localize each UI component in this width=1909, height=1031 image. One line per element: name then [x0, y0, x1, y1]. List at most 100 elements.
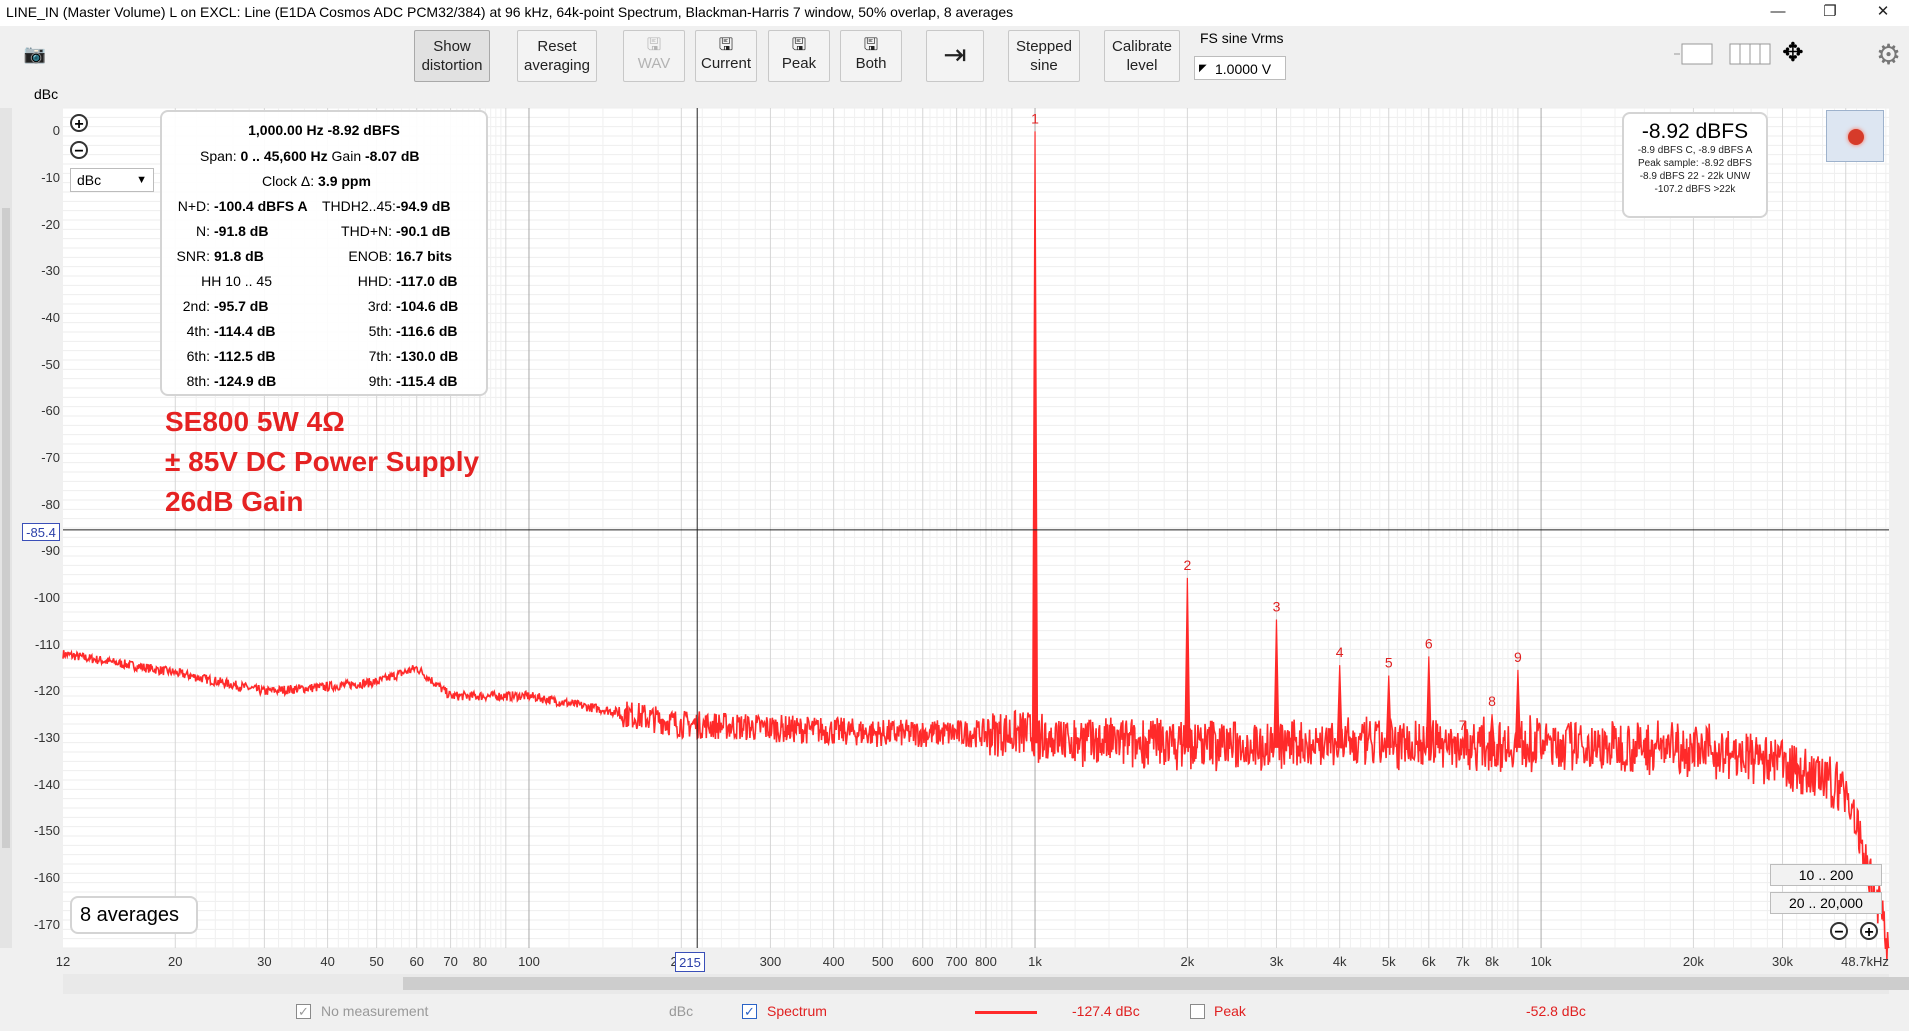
harmonic-peak-8 [1488, 714, 1496, 748]
distortion-stats-panel[interactable]: 1,000.00 Hz -8.92 dBFS Span: 0 .. 45,600… [160, 110, 488, 396]
stat-h5-label: 5th: [368, 323, 392, 339]
x-tick-label: 12 [55, 954, 71, 969]
x-tick-label: 700 [945, 954, 968, 969]
spectrum-label: Spectrum [767, 1003, 827, 1019]
stat-thd-value: -94.9 dB [396, 198, 451, 214]
level-sub-3: -8.9 dBFS 22 - 22k UNW [1639, 171, 1751, 182]
x-tick-label: 3k [1269, 954, 1284, 969]
annotation-line-2: ± 85V DC Power Supply [165, 446, 480, 477]
x-tick-label: 48.7kHz [1841, 954, 1889, 969]
gain-value: -8.07 dB [365, 148, 420, 164]
record-button[interactable] [1826, 110, 1884, 162]
y-axis-unit: dBc [34, 86, 59, 102]
x-tick-label: 40 [320, 954, 335, 969]
range-20-20000-button[interactable]: 20 .. 20,000 [1770, 892, 1882, 914]
harmonic-peak-6 [1425, 656, 1432, 748]
horizontal-scrollbar[interactable] [63, 974, 1909, 994]
stat-nd-value: -100.4 dBFS A [214, 198, 308, 214]
gain-label: Gain [331, 148, 362, 164]
cursor-y-readout[interactable]: -85.4 [22, 523, 60, 541]
y-tick-label: -70 [41, 450, 60, 465]
harmonic-label-1: 1 [1031, 110, 1039, 126]
stat-h9-label: 9th: [368, 373, 392, 389]
cursor-x-readout[interactable]: 215 [675, 952, 705, 972]
y-tick-label: -80 [41, 496, 60, 512]
y-tick-label: -10 [41, 170, 60, 185]
stat-h5-value: -116.6 dB [396, 323, 458, 339]
stat-h4-value: -114.4 dB [214, 323, 276, 339]
harmonic-label-8: 8 [1488, 693, 1496, 709]
chevron-down-icon: ▼ [136, 174, 147, 186]
spectrum-legend-line [975, 1011, 1037, 1014]
harmonic-label-9: 9 [1514, 649, 1522, 665]
harmonic-label-6: 6 [1425, 635, 1433, 651]
record-dot-icon [1848, 129, 1864, 145]
harmonic-label-2: 2 [1183, 557, 1191, 573]
annotation-line-3: 26dB Gain [165, 486, 304, 517]
x-tick-label: 8k [1485, 954, 1499, 969]
level-readout[interactable]: -8.92 dBFS -8.9 dBFS C, -8.9 dBFS A Peak… [1622, 112, 1768, 218]
horizontal-scrollbar-thumb[interactable] [403, 977, 1909, 990]
harmonic-label-7: 7 [1459, 717, 1467, 733]
stat-h3-value: -104.6 dB [396, 298, 459, 314]
stat-n-value: -91.8 dB [214, 223, 269, 239]
x-tick-label: 400 [822, 954, 845, 969]
stat-h8-value: -124.9 dB [214, 373, 277, 389]
unit-select[interactable]: dBc ▼ [70, 168, 154, 192]
spectrum-checkbox[interactable]: ✓ [742, 1004, 757, 1019]
stats-header: 1,000.00 Hz -8.92 dBFS [248, 122, 400, 138]
stat-hh-label: HH 10 .. 45 [201, 273, 272, 289]
stat-hhd-value: -117.0 dB [396, 273, 458, 289]
x-tick-label: 30 [257, 954, 272, 969]
harmonic-label-5: 5 [1385, 654, 1393, 670]
stat-h9-value: -115.4 dB [396, 373, 458, 389]
x-tick-label: 500 [871, 954, 894, 969]
x-tick-label: 80 [472, 954, 488, 969]
y-tick-label: -170 [33, 916, 60, 932]
no-measurement-unit: dBc [669, 1003, 694, 1019]
legend-bar: ✓ No measurement dBc ✓ Spectrum -127.4 d… [0, 996, 1909, 1031]
stat-thdn-value: -90.1 dB [396, 223, 451, 239]
peak-checkbox[interactable] [1190, 1004, 1205, 1019]
clock-label: Clock Δ: [262, 173, 315, 189]
level-main-value: -8.92 dBFS [1641, 120, 1749, 143]
zoom-in-icon[interactable]: + [70, 114, 88, 133]
no-measurement-checkbox[interactable]: ✓ [296, 1004, 311, 1019]
stat-hhd-label: HHD: [357, 273, 392, 289]
peak-legend-label: Peak [1214, 1003, 1246, 1019]
y-tick-label: -60 [41, 403, 60, 419]
y-tick-label: -150 [33, 823, 60, 839]
x-tick-label: 30k [1772, 954, 1793, 969]
y-tick-label: -90 [41, 543, 60, 559]
x-tick-label: 4k [1332, 954, 1347, 969]
y-tick-label: -40 [41, 310, 60, 325]
stat-enob-value: 16.7 bits [396, 248, 453, 264]
y-tick-label: -160 [33, 870, 60, 885]
x-tick-label: 20k [1682, 954, 1704, 969]
stat-h2-label: 2nd: [182, 298, 210, 314]
stat-enob-label: ENOB: [348, 248, 392, 264]
span-value: 0 .. 45,600 Hz [240, 148, 328, 164]
y-tick-label: -20 [41, 216, 60, 232]
stat-thdn-label: THD+N: [341, 223, 392, 239]
x-tick-label: 7k [1455, 954, 1470, 969]
zoom-out-x-icon[interactable]: − [1830, 922, 1848, 941]
harmonic-peak-1 [1031, 131, 1039, 744]
stat-thd-label: THDH2..45: [322, 198, 396, 214]
x-tick-label: 60 [409, 954, 424, 969]
zoom-out-icon[interactable]: − [70, 141, 88, 160]
stat-nd-label: N+D: [177, 198, 210, 214]
x-tick-label: 50 [369, 954, 384, 969]
stat-h6-value: -112.5 dB [214, 348, 276, 364]
stat-snr-label: SNR: [176, 248, 210, 264]
range-10-200-button[interactable]: 10 .. 200 [1770, 864, 1882, 886]
x-tick-label: 300 [759, 954, 782, 969]
x-tick-label: 10k [1530, 954, 1552, 969]
harmonic-label-4: 4 [1336, 644, 1344, 660]
y-tick-label: -110 [34, 636, 60, 652]
stat-h6-label: 6th: [186, 348, 210, 364]
harmonic-peak-9 [1514, 669, 1522, 748]
harmonic-peak-3 [1273, 619, 1280, 748]
y-tick-label: -50 [41, 356, 60, 372]
zoom-in-x-icon[interactable]: + [1860, 922, 1878, 941]
